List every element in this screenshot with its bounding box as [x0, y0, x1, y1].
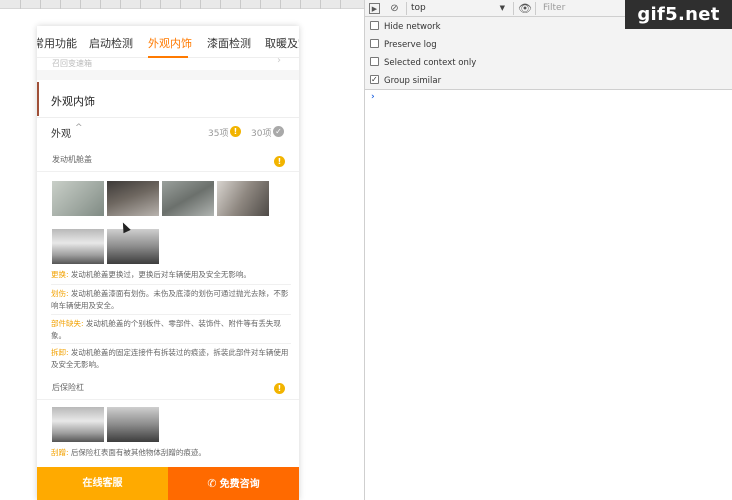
warning-icon: !	[230, 126, 241, 137]
sidebar-toggle-icon[interactable]: ▶	[369, 3, 380, 14]
devtools-console: ▶ ⊘ top ▼ 👁 Filter Hide network Preserve…	[364, 0, 732, 500]
defect-note: 部件缺失: 发动机舱盖的个别板件、零部件、装饰件、附件等有丢失现象。	[51, 318, 291, 342]
item-header[interactable]: 发动机舱盖 !	[37, 150, 299, 172]
watermark-logo: gif5.net	[625, 0, 732, 29]
mobile-page: 常用功能 启动检测 外观内饰 漆面检测 取暖及空 召回变速箱 › 外观内饰 外观…	[37, 26, 299, 500]
photo-thumbnail[interactable]	[52, 181, 104, 216]
warning-icon[interactable]: !	[274, 383, 285, 394]
tab-exterior-interior[interactable]: 外观内饰	[148, 35, 192, 51]
defect-note: 划伤: 发动机舱盖漆面有划伤。未伤及底漆的划伤可通过抛光去除，不影响车辆使用及安…	[51, 288, 291, 312]
checkbox-checked[interactable]	[370, 73, 379, 87]
clear-console-icon[interactable]: ⊘	[389, 3, 400, 14]
photo-thumbnail[interactable]	[162, 181, 214, 216]
browser-viewport: 常用功能 启动检测 外观内饰 漆面检测 取暖及空 召回变速箱 › 外观内饰 外观…	[0, 0, 364, 500]
tab-heating[interactable]: 取暖及空	[265, 35, 299, 51]
warn-count: 35项	[208, 129, 229, 139]
option-selected-context[interactable]: Selected context only	[370, 56, 476, 70]
bottom-action-bar: 在线客服 ✆ 免费咨询	[37, 467, 299, 500]
summary-label: 外观	[51, 129, 71, 140]
section-header: 外观内饰	[37, 80, 299, 118]
photo-thumbnail[interactable]	[107, 229, 159, 264]
option-label: Preserve log	[384, 40, 437, 50]
defect-text: 发动机舱盖的固定连接件有拆装过的痕迹，拆装此部件对车辆使用及安全无影响。	[51, 348, 289, 369]
separator	[513, 2, 514, 15]
phone-icon: ✆	[207, 477, 217, 490]
photo-thumbnail[interactable]	[107, 181, 159, 216]
defect-note: 拆卸: 发动机舱盖的固定连接件有拆装过的痕迹，拆装此部件对车辆使用及安全无影响。	[51, 347, 291, 371]
option-preserve-log[interactable]: Preserve log	[370, 38, 437, 52]
separator	[406, 2, 407, 15]
eye-icon[interactable]: 👁	[518, 3, 532, 14]
option-label: Group similar	[384, 76, 442, 86]
item-header[interactable]: 后保险杠 !	[37, 378, 299, 400]
photo-thumbnail[interactable]	[217, 181, 269, 216]
previous-section-row: 召回变速箱 ›	[37, 55, 299, 70]
free-consult-button[interactable]: ✆ 免费咨询	[168, 467, 299, 500]
divider	[51, 314, 291, 315]
caret-down-icon: ▼	[499, 4, 505, 12]
ruler	[0, 0, 364, 9]
defect-key: 划伤:	[51, 289, 69, 298]
checkbox[interactable]	[370, 57, 379, 66]
option-label: Hide network	[384, 22, 441, 32]
warning-icon[interactable]: !	[274, 156, 285, 167]
defect-text: 发动机舱盖漆面有划伤。未伤及底漆的划伤可通过抛光去除，不影响车辆使用及安全。	[51, 289, 289, 310]
defect-text: 发动机舱盖更换过，更换后对车辆使用及安全无影响。	[70, 270, 251, 279]
photo-thumbnail[interactable]	[52, 407, 104, 442]
check-icon: ✓	[273, 126, 284, 137]
option-group-similar[interactable]: Group similar	[370, 73, 442, 88]
online-service-button[interactable]: 在线客服	[37, 467, 168, 500]
defect-text: 后保险杠表面有被其他物体刮蹭的痕迹。	[70, 448, 206, 457]
photo-thumbnail[interactable]	[107, 407, 159, 442]
photo-thumbnail[interactable]	[52, 229, 104, 264]
filter-input[interactable]: Filter	[540, 2, 620, 15]
defect-key: 拆卸:	[51, 348, 69, 357]
chevron-up-icon[interactable]: ^	[75, 123, 83, 133]
option-label: Selected context only	[384, 58, 477, 68]
tab-common[interactable]: 常用功能	[37, 35, 77, 51]
defect-key: 更换:	[51, 270, 69, 279]
summary-row[interactable]: 外观 ^ 35项 ! 30项 ✓	[37, 122, 299, 142]
context-value: top	[411, 3, 426, 13]
tab-bar: 常用功能 启动检测 外观内饰 漆面检测 取暖及空	[37, 26, 299, 58]
item-name: 发动机舱盖	[52, 155, 92, 164]
checkbox[interactable]	[370, 21, 379, 30]
option-hide-network[interactable]: Hide network	[370, 20, 441, 34]
defect-text: 发动机舱盖的个别板件、零部件、装饰件、附件等有丢失现象。	[51, 319, 281, 340]
divider	[51, 343, 291, 344]
previous-section-label: 召回变速箱	[52, 59, 92, 68]
section-title: 外观内饰	[51, 95, 95, 108]
defect-note: 刮蹭: 后保险杠表面有被其他物体刮蹭的痕迹。	[51, 447, 291, 459]
context-select[interactable]: top ▼	[411, 2, 507, 15]
separator	[535, 2, 536, 15]
divider	[51, 284, 291, 285]
tab-paint[interactable]: 漆面检测	[207, 35, 251, 51]
free-consult-label: 免费咨询	[219, 479, 260, 490]
chevron-right-icon: ›	[277, 55, 281, 66]
tab-startup[interactable]: 启动检测	[89, 35, 133, 51]
section-gap	[37, 70, 299, 80]
section-accent-bar	[37, 82, 39, 116]
item-name: 后保险杠	[52, 383, 84, 392]
defect-key: 部件缺失:	[51, 319, 84, 328]
console-prompt[interactable]: ›	[371, 92, 375, 102]
ok-count: 30项	[251, 129, 272, 139]
defect-key: 刮蹭:	[51, 448, 69, 457]
defect-note: 更换: 发动机舱盖更换过，更换后对车辆使用及安全无影响。	[51, 269, 291, 281]
checkbox[interactable]	[370, 39, 379, 48]
